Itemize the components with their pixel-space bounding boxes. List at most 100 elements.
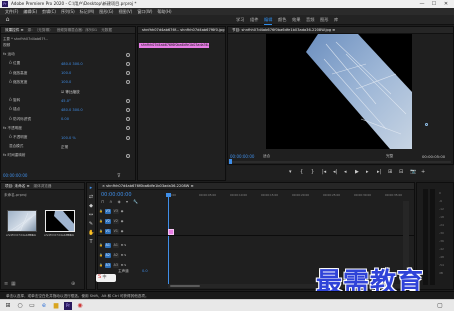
tool-button[interactable]: ▸ xyxy=(88,185,94,191)
track-target[interactable]: A2 xyxy=(104,252,111,258)
transport-button[interactable]: { xyxy=(300,169,303,175)
keyframe-clip-bar[interactable]: shnfhh07d4ab676f6f0ba6dfe1b03ada36-2208W… xyxy=(139,43,209,48)
transport-button[interactable]: ⊞ xyxy=(388,169,392,175)
lock-icon[interactable]: 🔒 xyxy=(99,253,103,257)
track-name[interactable]: V2 xyxy=(112,218,119,224)
playhead-handle[interactable] xyxy=(229,159,232,164)
program-tab-label[interactable]: 节目: shnfhh07d4ab676f0ba6dfe1b03ada36-220… xyxy=(232,28,335,33)
reset-parameter-icon[interactable] xyxy=(126,98,130,103)
lock-icon[interactable]: 🔒 xyxy=(99,219,103,223)
track-header[interactable]: 🔒 A2 A2 M S xyxy=(99,251,126,259)
task-view-icon[interactable]: ▭ xyxy=(28,302,36,310)
project-tab[interactable]: 媒体浏览器 xyxy=(33,184,51,189)
reset-parameter-icon[interactable] xyxy=(126,61,130,66)
eye-icon[interactable]: ◉ xyxy=(121,219,124,223)
effect-property-value[interactable]: 45.0° xyxy=(61,99,71,103)
windows-start-icon[interactable]: ⊞ xyxy=(4,302,12,310)
tool-button[interactable]: ✎ xyxy=(88,221,94,227)
ime-toolbar[interactable]: S 中 xyxy=(96,274,116,282)
project-item-thumbnail[interactable] xyxy=(45,210,75,232)
workspace-tab[interactable]: 音频 xyxy=(306,17,314,23)
mute-solo-icon[interactable]: M S xyxy=(121,253,126,257)
app-taskbar-icon[interactable]: ◉ xyxy=(76,302,84,310)
effect-property-value[interactable]: ☑ 等比缩放 xyxy=(61,90,80,95)
lock-icon[interactable]: 🔒 xyxy=(99,209,103,213)
effect-panel-tab[interactable]: 源：（无剪辑） xyxy=(28,28,53,33)
workspace-tab[interactable]: 库 xyxy=(334,17,338,23)
transport-button[interactable]: } xyxy=(311,169,314,175)
edge-browser-icon[interactable]: e xyxy=(40,302,48,310)
track-header[interactable]: 🔒 A1 A1 M S xyxy=(99,241,126,249)
master-volume-value[interactable]: 0.0 xyxy=(142,269,148,273)
playhead-marker[interactable] xyxy=(166,193,171,197)
timeline-playhead[interactable] xyxy=(168,195,169,287)
workspace-tab[interactable]: 组件 xyxy=(250,17,258,23)
maximize-button[interactable]: ☐ xyxy=(428,0,440,8)
tool-button[interactable]: ◆ xyxy=(88,203,94,209)
effect-property-value[interactable]: 100.0 xyxy=(61,71,71,75)
menu-item[interactable]: 文件(F) xyxy=(5,9,18,15)
close-button[interactable]: ✕ xyxy=(440,0,452,8)
track-name[interactable]: V3 xyxy=(112,208,119,214)
reset-parameter-icon[interactable] xyxy=(126,126,130,131)
eye-icon[interactable]: ◉ xyxy=(121,229,124,233)
track-header[interactable]: 🔒 A3 A3 M S xyxy=(99,261,126,269)
workspace-tab[interactable]: 颜色 xyxy=(278,17,286,23)
track-name[interactable]: A1 xyxy=(112,242,119,248)
reset-parameter-icon[interactable] xyxy=(126,153,130,158)
timeline-tool-icons[interactable]: ⊓ ∩ ◈ ▾ 🔧 xyxy=(101,199,140,204)
track-target[interactable]: A3 xyxy=(104,262,111,268)
effect-property-value[interactable]: 100.0 xyxy=(61,80,71,84)
effect-timecode[interactable]: 00:00:00:00 xyxy=(3,173,27,178)
timeline-scroll-thumb[interactable] xyxy=(170,285,200,287)
transport-button[interactable]: ▸| xyxy=(377,169,381,175)
fit-dropdown[interactable]: 适合 xyxy=(263,154,270,159)
menu-item[interactable]: 窗口(W) xyxy=(137,9,152,15)
ime-mode-icon[interactable]: 中 xyxy=(102,274,106,279)
effect-property-value[interactable]: 100.0 % xyxy=(61,136,76,140)
timeline-ruler[interactable]: 00:00 00:00:05:00 00:00:10:00 00:00:15:00 00… xyxy=(168,193,413,201)
quality-dropdown[interactable]: 完整 xyxy=(386,154,393,159)
workspace-tab[interactable]: 编辑 xyxy=(264,17,273,25)
workspace-tab[interactable]: 学习 xyxy=(236,17,244,23)
search-icon[interactable]: ○ xyxy=(16,302,24,310)
effect-panel-tab[interactable]: 音频剪辑混合器：序列01 xyxy=(57,28,98,33)
track-header[interactable]: 🔒 V3 V3 ◉ xyxy=(99,207,123,215)
transport-button[interactable]: + xyxy=(421,169,425,175)
ime-icon[interactable]: S xyxy=(98,274,101,280)
track-name[interactable]: A2 xyxy=(112,252,119,258)
effect-property-value[interactable]: 0.00 xyxy=(61,117,69,121)
program-viewer[interactable] xyxy=(266,34,426,149)
menu-item[interactable]: 编辑(E) xyxy=(23,9,37,15)
track-target[interactable]: V1 xyxy=(104,228,111,234)
tool-button[interactable]: ↔ xyxy=(88,212,94,218)
tool-button[interactable]: T xyxy=(88,239,94,245)
track-target[interactable]: V2 xyxy=(104,218,111,224)
menu-item[interactable]: 图形(G) xyxy=(99,9,113,15)
lock-icon[interactable]: 🔒 xyxy=(99,263,103,267)
mute-solo-icon[interactable]: M S xyxy=(121,263,126,267)
menu-item[interactable]: 标记(M) xyxy=(80,9,95,15)
filter-icon[interactable]: ⊽ xyxy=(117,173,121,179)
workspace-tab[interactable]: 效果 xyxy=(292,17,300,23)
effect-property-value[interactable]: 正常 xyxy=(61,145,68,150)
list-view-icon[interactable]: ≡ xyxy=(4,281,8,287)
menu-item[interactable]: 帮助(H) xyxy=(157,9,171,15)
mute-solo-icon[interactable]: M S xyxy=(121,243,126,247)
track-target[interactable]: A1 xyxy=(104,242,111,248)
project-item-thumbnail[interactable] xyxy=(7,210,37,232)
track-header[interactable]: 🔒 V1 V1 ◉ xyxy=(99,227,123,235)
eye-icon[interactable]: ◉ xyxy=(121,209,124,213)
reset-parameter-icon[interactable] xyxy=(126,107,130,112)
transport-button[interactable]: ▶ xyxy=(355,169,359,175)
menu-item[interactable]: 剪辑(C) xyxy=(42,9,56,15)
effect-property-value[interactable]: 480.0 300.0 xyxy=(61,108,83,112)
track-name[interactable]: A3 xyxy=(112,262,119,268)
effect-panel-tab[interactable]: 元数据 xyxy=(101,28,112,33)
reset-parameter-icon[interactable] xyxy=(126,117,130,122)
track-name[interactable]: V1 xyxy=(112,228,119,234)
track-target[interactable]: V3 xyxy=(104,208,111,214)
reset-parameter-icon[interactable] xyxy=(126,71,130,76)
reset-parameter-icon[interactable] xyxy=(126,52,130,57)
tool-button[interactable]: ✋ xyxy=(88,230,94,236)
